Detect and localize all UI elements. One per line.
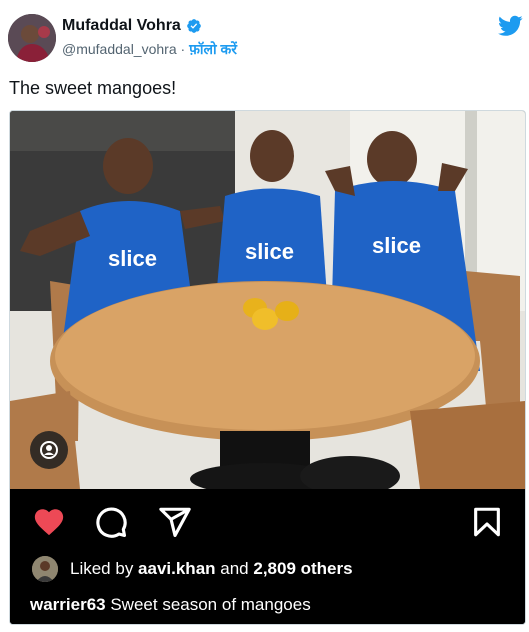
svg-text:slice: slice	[108, 246, 157, 271]
instagram-embed[interactable]: slice slice slice Liked by aavi.khan and…	[9, 110, 526, 625]
svg-text:slice: slice	[372, 233, 421, 258]
bookmark-icon[interactable]	[470, 505, 504, 539]
verified-icon	[186, 19, 201, 33]
svg-text:slice: slice	[245, 239, 294, 264]
tweet-header: Mufaddal Vohra @mufaddal_vohra · फ़ॉलो क…	[0, 0, 529, 66]
liker-username[interactable]: aavi.khan	[138, 559, 216, 578]
liker-avatar[interactable]	[32, 556, 58, 582]
follow-link[interactable]: फ़ॉलो करें	[189, 41, 237, 57]
separator: ·	[180, 41, 186, 57]
handle-row: @mufaddal_vohra · फ़ॉलो करें	[62, 40, 237, 59]
author-avatar[interactable]	[8, 14, 56, 62]
caption-row: warrier63 Sweet season of mangoes	[10, 587, 525, 624]
author-name-text[interactable]: Mufaddal Vohra	[62, 17, 181, 35]
likes-middle: and	[215, 559, 254, 578]
likes-count[interactable]: 2,809 others	[253, 559, 352, 578]
caption-text: warrier63 Sweet season of mangoes	[30, 595, 311, 615]
action-bar	[10, 489, 525, 549]
twitter-bird-icon[interactable]	[498, 15, 523, 37]
author-handle[interactable]: @mufaddal_vohra	[62, 41, 177, 57]
likes-prefix: Liked by	[70, 559, 139, 578]
post-photo[interactable]: slice slice slice	[10, 111, 525, 489]
share-icon[interactable]	[158, 505, 192, 539]
author-name[interactable]: Mufaddal Vohra	[62, 17, 202, 35]
likes-row: Liked by aavi.khan and 2,809 others	[10, 549, 525, 587]
comment-icon[interactable]	[94, 505, 128, 539]
caption-username[interactable]: warrier63	[30, 595, 106, 614]
user-tag-icon[interactable]	[30, 431, 68, 469]
caption-body: Sweet season of mangoes	[105, 595, 311, 614]
heart-icon[interactable]	[32, 505, 66, 539]
tweet-text: The sweet mangoes!	[9, 78, 177, 98]
likes-text: Liked by aavi.khan and 2,809 others	[70, 559, 353, 579]
